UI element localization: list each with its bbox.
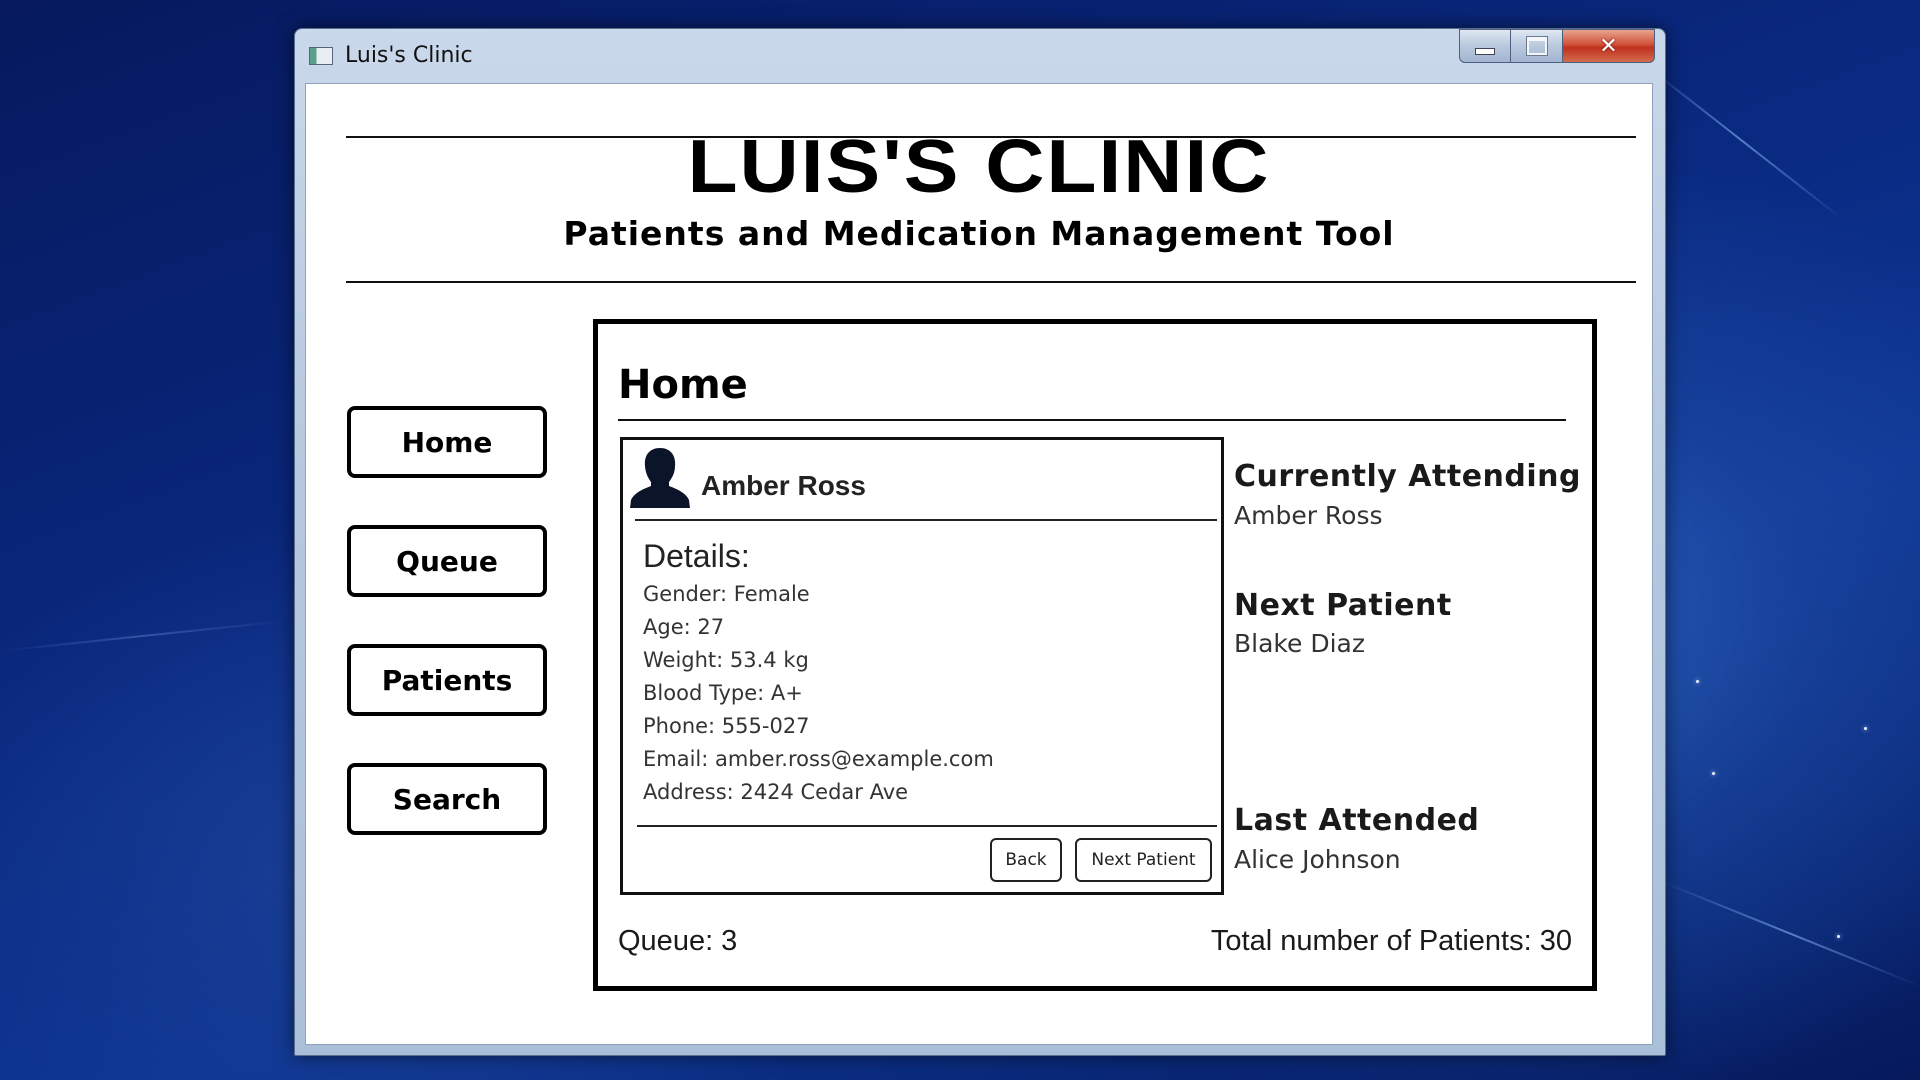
minimize-button[interactable] xyxy=(1459,29,1511,63)
detail-phone: Phone: 555-027 xyxy=(643,714,810,738)
back-button[interactable]: Back xyxy=(990,838,1062,882)
last-attended-heading: Last Attended xyxy=(1234,803,1480,838)
desktop-streak xyxy=(0,619,289,652)
desktop-streak xyxy=(1659,880,1920,987)
close-icon: ✕ xyxy=(1599,33,1618,59)
header-bottom-rule xyxy=(346,281,1636,283)
next-patient-value: Blake Diaz xyxy=(1234,629,1365,658)
last-attended-value: Alice Johnson xyxy=(1234,845,1401,874)
detail-email: Email: amber.ross@example.com xyxy=(643,747,994,771)
app-window: Luis's Clinic ✕ LUIS'S CLINIC Patients a… xyxy=(294,28,1666,1056)
clinic-app-icon xyxy=(309,47,333,65)
detail-gender: Gender: Female xyxy=(643,582,810,606)
nav-search-button[interactable]: Search xyxy=(347,763,547,835)
maximize-button[interactable] xyxy=(1511,29,1563,63)
panel-heading-rule xyxy=(618,419,1566,421)
detail-address: Address: 2424 Cedar Ave xyxy=(643,780,909,804)
total-patients-count: Total number of Patients: 30 xyxy=(1210,925,1572,957)
minimize-icon xyxy=(1475,47,1495,55)
client-area: LUIS'S CLINIC Patients and Medication Ma… xyxy=(305,83,1653,1045)
panel-heading: Home xyxy=(618,362,748,408)
next-patient-heading: Next Patient xyxy=(1234,588,1452,623)
title-bar[interactable]: Luis's Clinic ✕ xyxy=(295,29,1665,81)
nav-home-button[interactable]: Home xyxy=(347,406,547,478)
currently-attending-heading: Currently Attending xyxy=(1234,459,1581,494)
close-button[interactable]: ✕ xyxy=(1563,29,1655,63)
caption-buttons: ✕ xyxy=(1459,29,1655,63)
page-title: LUIS'S CLINIC xyxy=(687,124,1271,209)
detail-blood-type: Blood Type: A+ xyxy=(643,681,803,705)
page-subtitle: Patients and Medication Management Tool xyxy=(563,214,1395,253)
card-divider xyxy=(637,825,1217,827)
patient-card: Amber Ross Details: Gender: Female Age: … xyxy=(620,437,1224,895)
nav-patients-button[interactable]: Patients xyxy=(347,644,547,716)
patient-name: Amber Ross xyxy=(701,470,866,501)
nav-queue-button[interactable]: Queue xyxy=(347,525,547,597)
details-heading: Details: xyxy=(643,538,750,574)
desktop-streak xyxy=(1639,60,1846,222)
desktop-star xyxy=(1712,772,1715,775)
maximize-icon xyxy=(1526,37,1547,55)
detail-age: Age: 27 xyxy=(643,615,725,639)
desktop-star xyxy=(1837,935,1840,938)
person-silhouette-icon xyxy=(630,448,690,508)
next-patient-button[interactable]: Next Patient xyxy=(1075,838,1212,882)
home-panel: Home Amber Ross Details: Gender: Female … xyxy=(593,319,1597,991)
detail-weight: Weight: 53.4 kg xyxy=(643,648,809,672)
currently-attending-value: Amber Ross xyxy=(1234,501,1383,530)
desktop-star xyxy=(1696,680,1699,683)
window-title: Luis's Clinic xyxy=(345,43,473,68)
desktop-star xyxy=(1864,727,1867,730)
queue-count: Queue: 3 xyxy=(618,925,738,957)
card-divider xyxy=(635,519,1217,521)
